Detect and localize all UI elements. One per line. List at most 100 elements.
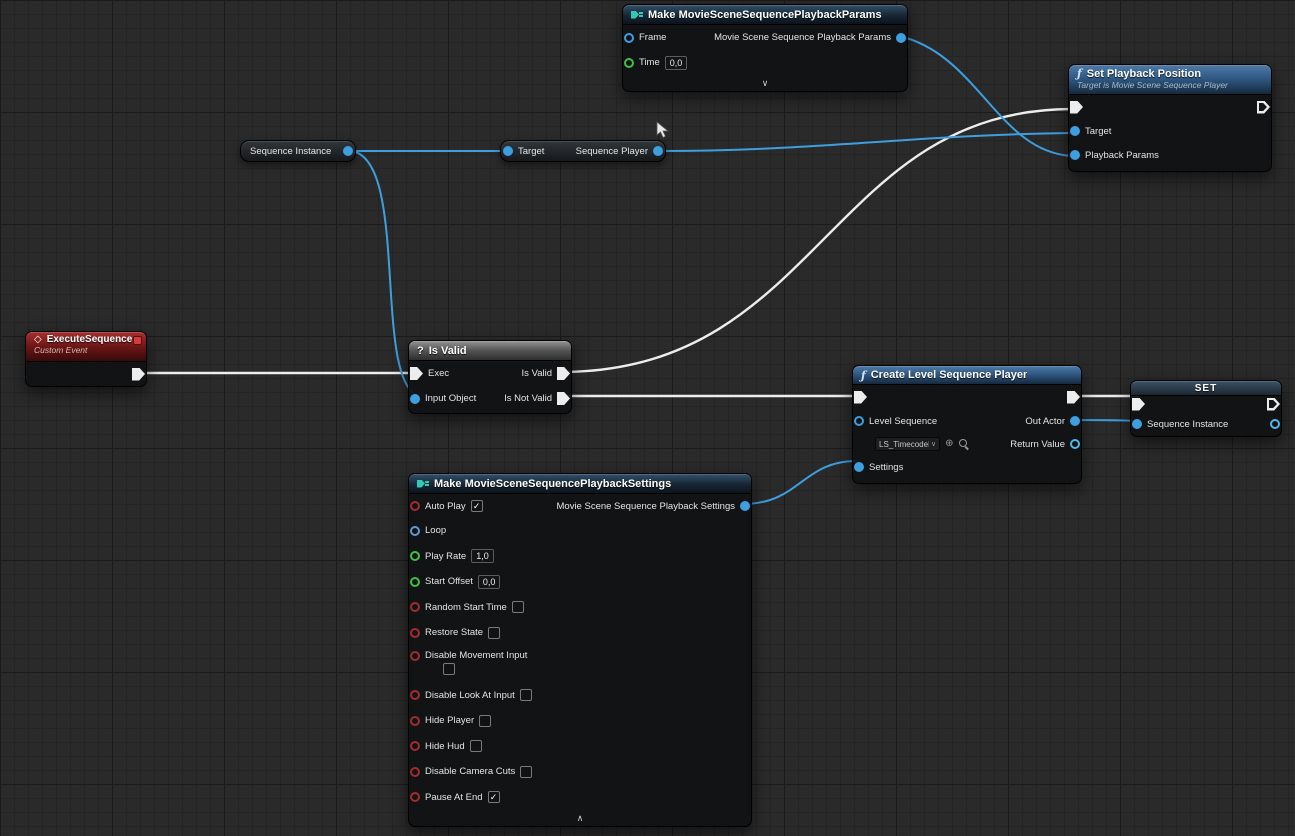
function-icon: ƒ [861, 369, 866, 382]
playback-params-pin-label: Playback Params [1085, 150, 1159, 161]
settings-output-pin[interactable] [740, 501, 750, 511]
restore-state-checkbox[interactable] [488, 627, 500, 639]
collapse-button[interactable]: ∧ [409, 810, 751, 826]
event-diamond-icon: ◇ [34, 334, 42, 345]
return-value-output-pin[interactable] [1070, 439, 1080, 449]
level-sequence-pin-label: Level Sequence [869, 416, 937, 427]
node-header[interactable]: ƒ Create Level Sequence Player [853, 366, 1081, 385]
auto-play-input-pin[interactable] [410, 501, 420, 511]
loop-label: Loop [425, 525, 446, 536]
is-valid-exec-output-pin[interactable] [557, 367, 570, 380]
sequence-player-output-pin[interactable] [653, 146, 663, 156]
pin-row: Level Sequence Out Actor [853, 409, 1081, 433]
node-make-playback-params[interactable]: Make MovieSceneSequencePlaybackParams Fr… [622, 4, 908, 92]
hide-player-input-pin[interactable] [410, 716, 420, 726]
node-create-level-sequence-player[interactable]: ƒ Create Level Sequence Player Level Seq… [852, 365, 1082, 484]
sequence-instance-pin-label: Sequence Instance [1147, 419, 1228, 430]
play-rate-field[interactable]: 1,0 [471, 549, 494, 563]
node-header[interactable]: ? Is Valid [409, 341, 571, 361]
exec-input-pin[interactable] [1070, 101, 1083, 114]
random-start-time-checkbox[interactable] [512, 601, 524, 613]
variable-label: Sequence Player [576, 146, 648, 157]
node-title: Make MovieSceneSequencePlaybackParams [648, 9, 882, 21]
blueprint-canvas[interactable]: Make MovieSceneSequencePlaybackParams Fr… [0, 0, 1295, 836]
disable-movement-input-pin[interactable] [410, 651, 420, 661]
play-rate-input-pin[interactable] [410, 551, 420, 561]
pin-row: Disable Look At Input [409, 683, 751, 709]
pin-row: Start Offset 0,0 [409, 569, 751, 595]
time-value-field[interactable]: 0,0 [665, 56, 688, 70]
start-offset-input-pin[interactable] [410, 577, 420, 587]
settings-input-pin[interactable] [854, 462, 864, 472]
exec-input-pin[interactable] [1132, 398, 1145, 411]
wire-object-sequenceplayer-to-target [659, 133, 1072, 151]
pin-row: Disable Movement Input [409, 646, 751, 683]
node-header[interactable]: SET [1131, 381, 1281, 396]
browse-asset-icon[interactable] [959, 439, 969, 449]
level-sequence-asset-picker[interactable]: LS_TimecodePr ∨ [875, 437, 940, 451]
sequence-instance-output-pin[interactable] [1270, 419, 1280, 429]
sequence-instance-input-pin[interactable] [1132, 419, 1142, 429]
time-input-pin[interactable] [624, 58, 634, 68]
pin-row [1069, 95, 1271, 119]
playback-params-input-pin[interactable] [1070, 150, 1080, 160]
node-header[interactable]: Make MovieSceneSequencePlaybackSettings [409, 474, 751, 494]
input-object-pin[interactable] [410, 394, 420, 404]
start-offset-field[interactable]: 0,0 [478, 575, 501, 589]
node-set-playback-position[interactable]: ƒ Set Playback Position Target is Movie … [1068, 64, 1272, 172]
auto-play-checkbox[interactable]: ✓ [471, 500, 483, 512]
node-get-sequence-instance[interactable]: Sequence Instance [240, 140, 356, 162]
exec-input-pin[interactable] [410, 367, 423, 380]
disable-look-at-input-checkbox[interactable] [520, 689, 532, 701]
node-is-valid[interactable]: ? Is Valid Exec Is Valid Input Object Is… [408, 340, 572, 414]
exec-output-pin[interactable] [1067, 391, 1080, 404]
disable-look-at-input-pin[interactable] [410, 690, 420, 700]
mouse-cursor [655, 121, 670, 139]
disable-movement-input-checkbox[interactable] [443, 663, 455, 675]
exec-output-pin[interactable] [132, 368, 145, 381]
target-pin-label: Target [518, 146, 544, 157]
pin-row: Frame Movie Scene Sequence Playback Para… [623, 25, 907, 50]
pin-row [1131, 396, 1281, 412]
hide-hud-checkbox[interactable] [470, 740, 482, 752]
exec-input-pin[interactable] [854, 391, 867, 404]
input-object-pin-label: Input Object [425, 393, 476, 404]
pause-at-end-input-pin[interactable] [410, 792, 420, 802]
disable-camera-cuts-input-pin[interactable] [410, 767, 420, 777]
node-header[interactable]: ◇ ExecuteSequence Custom Event [26, 332, 146, 362]
node-execute-sequence-event[interactable]: ◇ ExecuteSequence Custom Event [25, 331, 147, 387]
node-set-sequence-instance[interactable]: SET Sequence Instance [1130, 380, 1282, 437]
pause-at-end-checkbox[interactable]: ✓ [488, 791, 500, 803]
node-make-playback-settings[interactable]: Make MovieSceneSequencePlaybackSettings … [408, 473, 752, 827]
out-actor-output-pin[interactable] [1070, 416, 1080, 426]
event-flag-icon [133, 336, 142, 345]
node-header[interactable]: Make MovieSceneSequencePlaybackParams [623, 5, 907, 25]
node-get-sequence-player[interactable]: Target Sequence Player [500, 140, 666, 162]
is-not-valid-exec-output-pin[interactable] [557, 392, 570, 405]
loop-input-pin[interactable] [410, 526, 420, 536]
make-struct-icon [631, 10, 643, 20]
target-input-pin[interactable] [503, 146, 513, 156]
pin-row: Random Start Time [409, 595, 751, 621]
sequence-instance-output-pin[interactable] [343, 146, 353, 156]
target-input-pin[interactable] [1070, 126, 1080, 136]
frame-input-pin[interactable] [624, 33, 634, 43]
exec-output-pin[interactable] [1267, 398, 1280, 411]
restore-state-input-pin[interactable] [410, 628, 420, 638]
level-sequence-input-pin[interactable] [854, 416, 864, 426]
make-struct-icon [417, 479, 429, 489]
collapse-button[interactable]: ∨ [623, 75, 907, 91]
playback-params-output-pin[interactable] [896, 33, 906, 43]
disable-camera-cuts-checkbox[interactable] [520, 766, 532, 778]
exec-output-pin[interactable] [1257, 101, 1270, 114]
hide-player-checkbox[interactable] [479, 715, 491, 727]
hide-hud-input-pin[interactable] [410, 741, 420, 751]
pin-row: Restore State [409, 620, 751, 646]
return-value-pin-label: Return Value [1010, 439, 1065, 450]
node-title: Set Playback Position [1087, 68, 1201, 80]
random-start-time-input-pin[interactable] [410, 602, 420, 612]
use-selected-asset-icon[interactable]: ⊕ [945, 439, 953, 449]
node-title: Is Valid [429, 345, 467, 357]
pin-row [853, 385, 1081, 409]
node-header[interactable]: ƒ Set Playback Position Target is Movie … [1069, 65, 1271, 95]
